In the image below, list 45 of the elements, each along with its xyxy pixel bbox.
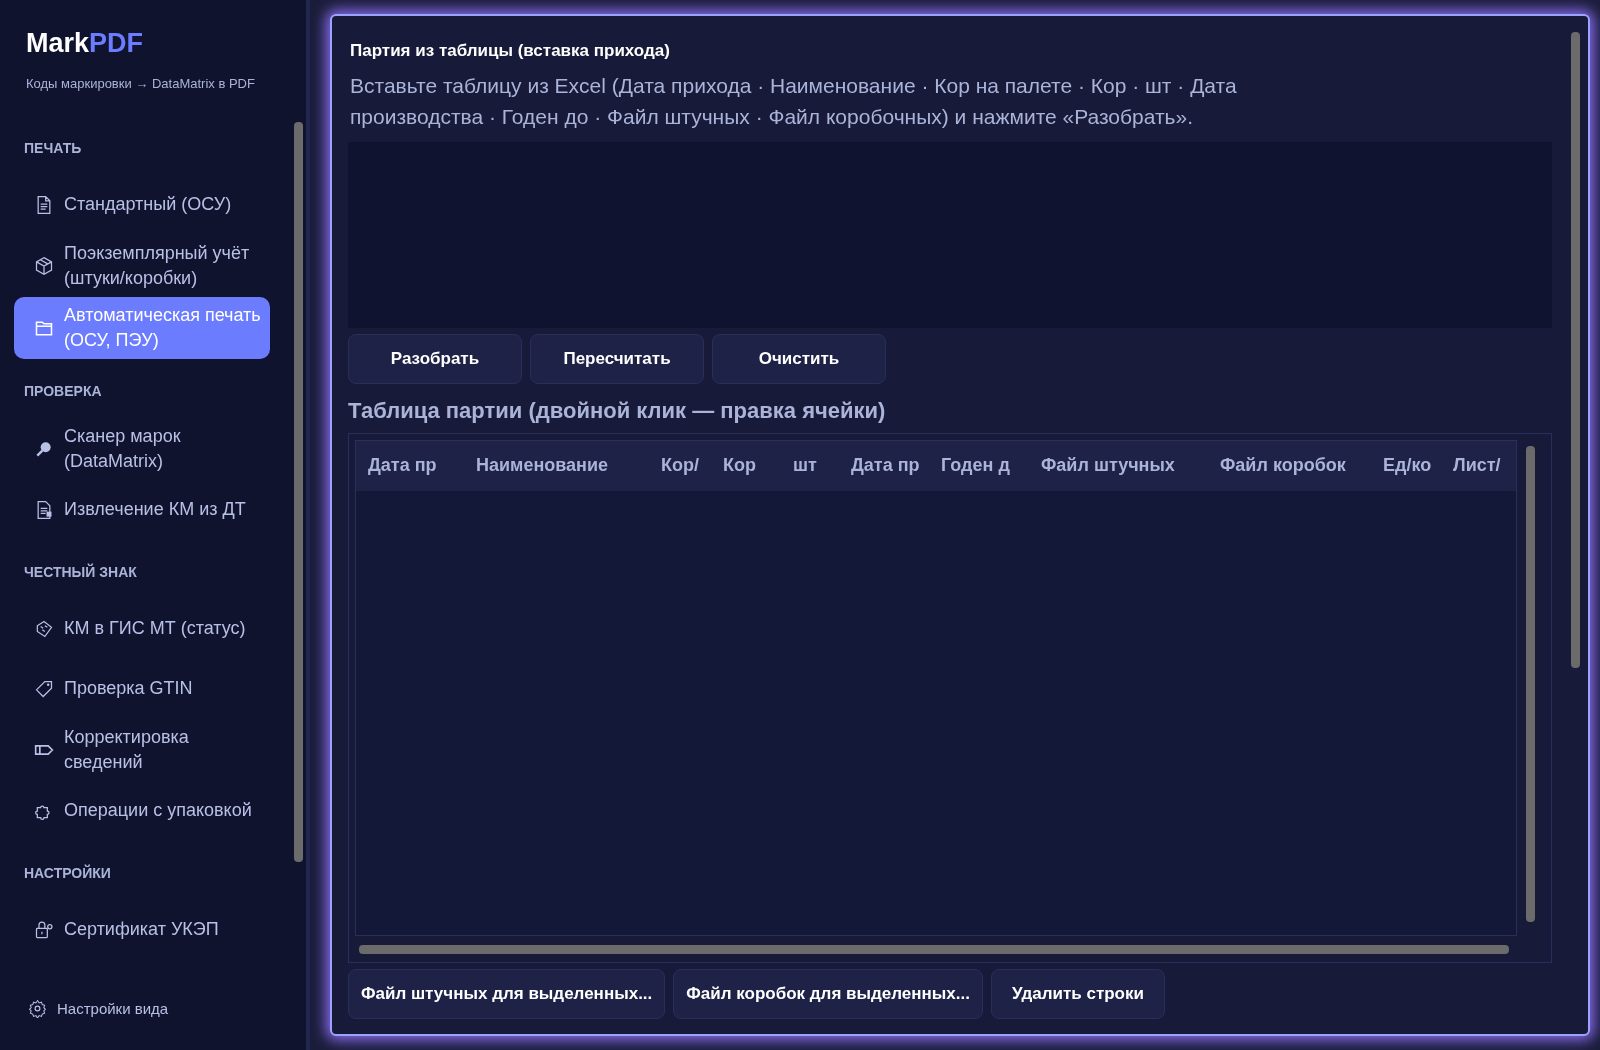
action-button[interactable]: Разобрать — [348, 333, 522, 384]
column-header[interactable]: Годен д — [941, 455, 1010, 475]
column-header[interactable]: Кор — [723, 455, 756, 475]
nav-item[interactable]: Автоматическая печать (ОСУ, ПЭУ) — [14, 296, 270, 359]
horizontal-scrollbar[interactable] — [359, 944, 1509, 954]
nav-item[interactable]: Сертификат УКЭП — [14, 899, 270, 960]
view-settings-link[interactable]: Настройки вида — [28, 997, 169, 1020]
tag-icon — [34, 678, 54, 699]
section-heading: ПРОВЕРКА — [23, 381, 102, 401]
nav-item[interactable]: Извлечение КМ из ДТ — [14, 479, 270, 540]
section-heading: ПЕЧАТЬ — [23, 138, 82, 158]
nav-item[interactable]: Корректировка сведений — [14, 718, 270, 781]
table-title: Таблица партии (двойной клик — правка ячейки) — [348, 396, 886, 425]
nav-item[interactable]: Проверка GTIN — [14, 658, 270, 719]
column-header[interactable]: Кор/ — [661, 455, 699, 475]
column-header[interactable]: Ед/ко — [1383, 455, 1432, 475]
nav-item[interactable]: КМ в ГИС МТ (статус) — [14, 598, 270, 659]
lock-icon — [34, 919, 54, 940]
nav-item[interactable]: Сканер марок (DataMatrix) — [14, 417, 270, 480]
section-heading: ЧЕСТНЫЙ ЗНАК — [23, 562, 137, 582]
scrollbar[interactable] — [294, 122, 303, 862]
column-header[interactable]: шт — [793, 455, 817, 475]
action-button[interactable]: Удалить строки — [990, 968, 1165, 1019]
column-header[interactable]: Дата пр — [851, 455, 920, 475]
nav-item[interactable]: Поэкземплярный учёт (штуки/коробки) — [14, 234, 270, 297]
app-subtitle: Коды маркировки → DataMatrix в PDF — [25, 75, 255, 93]
nav-item[interactable]: Стандартный (ОСУ) — [14, 174, 270, 235]
column-header[interactable]: Файл штучных — [1041, 455, 1175, 475]
action-button[interactable]: Очистить — [712, 333, 886, 384]
scrollbar[interactable] — [1571, 32, 1580, 668]
section-heading: НАСТРОЙКИ — [23, 863, 111, 883]
action-button[interactable]: Файл штучных для выделенных... — [348, 968, 666, 1019]
action-button[interactable]: Пересчитать — [530, 333, 704, 384]
column-header[interactable]: Дата пр — [368, 455, 437, 475]
column-header[interactable]: Наименование — [476, 455, 609, 475]
table-scrollbar[interactable] — [1526, 445, 1535, 922]
section-title: Партия из таблицы (вставка прихода) — [349, 40, 670, 62]
description-text: Вставьте таблицу из Excel (Дата прихода · Наименование · Кор на палете · Кор · шт · Дата производства · Годен до · Файл штучных · Файл коробочных) и нажмите «Разобрать». — [349, 72, 1238, 130]
app-logo: MarkPDF — [25, 27, 145, 57]
action-button[interactable]: Файл коробок для выделенных... — [673, 968, 983, 1019]
column-header[interactable]: Файл коробок — [1220, 455, 1346, 475]
nav-item[interactable]: Операции с упаковкой — [14, 780, 270, 841]
column-header[interactable]: Лист/ — [1453, 455, 1501, 475]
gear-icon — [28, 999, 47, 1019]
package-icon — [34, 255, 54, 276]
